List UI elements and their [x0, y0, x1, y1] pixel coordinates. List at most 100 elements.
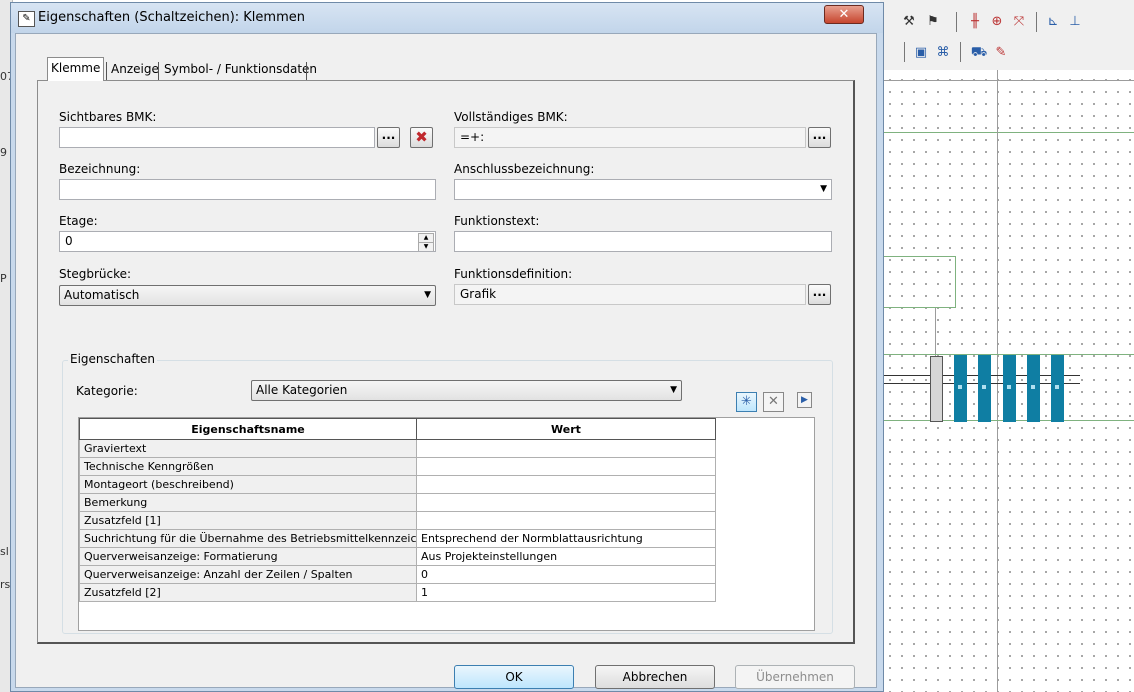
border-line	[880, 80, 1134, 81]
symbol-frame	[880, 256, 956, 308]
potential-icon[interactable]: ⊥	[1066, 13, 1084, 31]
table-row[interactable]: Querverweisanzeige: Formatierung Aus Proj…	[79, 547, 716, 566]
insert-device-icon[interactable]: ⚒	[900, 13, 918, 31]
chevron-down-icon: ▼	[670, 385, 677, 395]
table-row[interactable]: Suchrichtung für die Übernahme des Betri…	[79, 529, 716, 548]
table-row[interactable]: Zusatzfeld [1]	[79, 511, 716, 530]
property-name: Montageort (beschreibend)	[79, 475, 417, 494]
property-value[interactable]	[416, 457, 716, 476]
etage-value: 0	[65, 234, 73, 248]
terminal-strip-header[interactable]	[930, 356, 943, 422]
property-name: Querverweisanzeige: Anzahl der Zeilen / …	[79, 565, 417, 584]
funktionstext-input[interactable]	[454, 231, 832, 252]
insert-terminal-icon[interactable]: ⚑	[924, 13, 942, 31]
properties-grid[interactable]: Eigenschaftsname Wert Graviertext Techni…	[78, 417, 815, 631]
dialog-titlebar[interactable]: ✎ Eigenschaften (Schaltzeichen): Klemmen…	[11, 3, 883, 33]
kategorie-text: Kategorie:	[76, 384, 138, 398]
table-header-row: Eigenschaftsname Wert	[79, 418, 716, 440]
anschlussbezeichnung-combo[interactable]: ▼	[454, 179, 832, 200]
dialog-app-icon: ✎	[18, 11, 35, 27]
property-value[interactable]: Entsprechend der Normblattausrichtung	[416, 529, 716, 548]
bezeichnung-input[interactable]	[59, 179, 436, 200]
column-header-value[interactable]: Wert	[416, 418, 716, 440]
stegbruecke-select[interactable]: Automatisch ▼	[59, 285, 436, 306]
left-strip-text: sl	[0, 545, 9, 558]
terminal-block[interactable]	[1003, 355, 1016, 422]
new-property-icon[interactable]: ✳	[736, 392, 757, 412]
property-value[interactable]	[416, 493, 716, 512]
column-line	[997, 70, 998, 692]
terminal-block[interactable]	[954, 355, 967, 422]
property-name: Bemerkung	[79, 493, 417, 512]
property-value[interactable]	[416, 511, 716, 530]
cancel-button[interactable]: Abbrechen	[595, 665, 715, 689]
property-name: Zusatzfeld [1]	[79, 511, 417, 530]
table-row[interactable]: Graviertext	[79, 439, 716, 458]
wire-line	[935, 308, 936, 358]
ok-button[interactable]: OK	[454, 665, 574, 689]
vollstaendiges-bmk-browse-button[interactable]: ...	[808, 127, 831, 148]
terminal-block[interactable]	[1051, 355, 1064, 422]
kategorie-select[interactable]: Alle Kategorien ▼	[251, 380, 682, 401]
properties-table: Eigenschaftsname Wert Graviertext Techni…	[79, 418, 716, 602]
connection-icon[interactable]: ╫	[966, 13, 984, 31]
toolbar-separator	[960, 42, 961, 62]
sichtbares-bmk-input[interactable]	[59, 127, 375, 148]
etage-stepper[interactable]: 0 ▲ ▼	[59, 231, 436, 252]
property-value[interactable]: 1	[416, 583, 716, 602]
left-strip-text: rs	[0, 578, 11, 591]
interrupt-icon[interactable]: ⤧	[1010, 13, 1028, 31]
main-toolbar: ⚒ ⚑ ╫ ⊕ ⤧ ⊾ ⊥ ▣ ⌘ ⛟ ✎	[880, 0, 1134, 70]
property-value[interactable]: Aus Projekteinstellungen	[416, 547, 716, 566]
tab-symbol-funktionsdaten[interactable]: Symbol- / Funktionsdaten	[161, 59, 320, 80]
properties-group-label: Eigenschaften	[68, 352, 158, 366]
property-name: Zusatzfeld [2]	[79, 583, 417, 602]
funktionsdefinition-label: Funktionsdefinition:	[454, 267, 573, 281]
funktionsdefinition-browse-button[interactable]: ...	[808, 284, 831, 305]
vollstaendiges-bmk-field[interactable]: =+:	[454, 127, 806, 148]
expand-right-icon[interactable]: ▶	[797, 392, 812, 408]
spin-down-icon[interactable]: ▼	[418, 242, 434, 251]
table-row[interactable]: Technische Kenngrößen	[79, 457, 716, 476]
sichtbares-bmk-browse-button[interactable]: ...	[377, 127, 400, 148]
property-value[interactable]: 0	[416, 565, 716, 584]
property-value[interactable]	[416, 475, 716, 494]
tab-panel-klemme: Sichtbares BMK: ... ✖ Vollständiges BMK:…	[37, 80, 855, 644]
delete-property-icon[interactable]: ✕	[763, 392, 784, 412]
clear-bmk-icon[interactable]: ✖	[410, 127, 433, 148]
tab-separator	[158, 62, 159, 80]
funktionsdefinition-field[interactable]: Grafik	[454, 284, 806, 305]
dialog-client-area: Klemme Anzeige Symbol- / Funktionsdaten …	[15, 33, 877, 689]
stegbruecke-label: Stegbrücke:	[59, 267, 132, 281]
toolbar-separator	[1036, 12, 1037, 32]
table-row[interactable]: Zusatzfeld [2] 1	[79, 583, 716, 602]
terminal-block[interactable]	[978, 355, 991, 422]
table-row[interactable]: Querverweisanzeige: Anzahl der Zeilen / …	[79, 565, 716, 584]
crosshair-icon[interactable]: ⊕	[988, 13, 1006, 31]
funktionstext-label: Funktionstext:	[454, 214, 540, 228]
apply-button[interactable]: Übernehmen	[735, 665, 855, 689]
angle-icon[interactable]: ⊾	[1044, 13, 1062, 31]
dialog-title: Eigenschaften (Schaltzeichen): Klemmen	[38, 10, 305, 25]
column-header-name[interactable]: Eigenschaftsname	[79, 418, 417, 440]
close-button[interactable]: ✕	[824, 5, 864, 24]
text-box-icon[interactable]: ▣	[912, 44, 930, 62]
kategorie-value: Alle Kategorien	[256, 383, 348, 397]
link-icon[interactable]: ⌘	[934, 44, 952, 62]
stegbruecke-value: Automatisch	[64, 288, 140, 302]
chevron-down-icon[interactable]: ▼	[820, 180, 827, 199]
anschlussbezeichnung-label: Anschlussbezeichnung:	[454, 162, 595, 176]
property-name: Technische Kenngrößen	[79, 457, 417, 476]
edit-icon[interactable]: ✎	[992, 44, 1010, 62]
tab-anzeige[interactable]: Anzeige	[108, 59, 162, 80]
chevron-down-icon: ▼	[424, 290, 431, 300]
property-name: Suchrichtung für die Übernahme des Betri…	[79, 529, 417, 548]
table-row[interactable]: Montageort (beschreibend)	[79, 475, 716, 494]
tab-klemme[interactable]: Klemme	[47, 57, 105, 81]
cart-icon[interactable]: ⛟	[970, 44, 988, 62]
bezeichnung-label: Bezeichnung:	[59, 162, 141, 176]
table-row[interactable]: Bemerkung	[79, 493, 716, 512]
terminal-block[interactable]	[1027, 355, 1040, 422]
sichtbares-bmk-label: Sichtbares BMK:	[59, 110, 157, 124]
property-value[interactable]	[416, 439, 716, 458]
